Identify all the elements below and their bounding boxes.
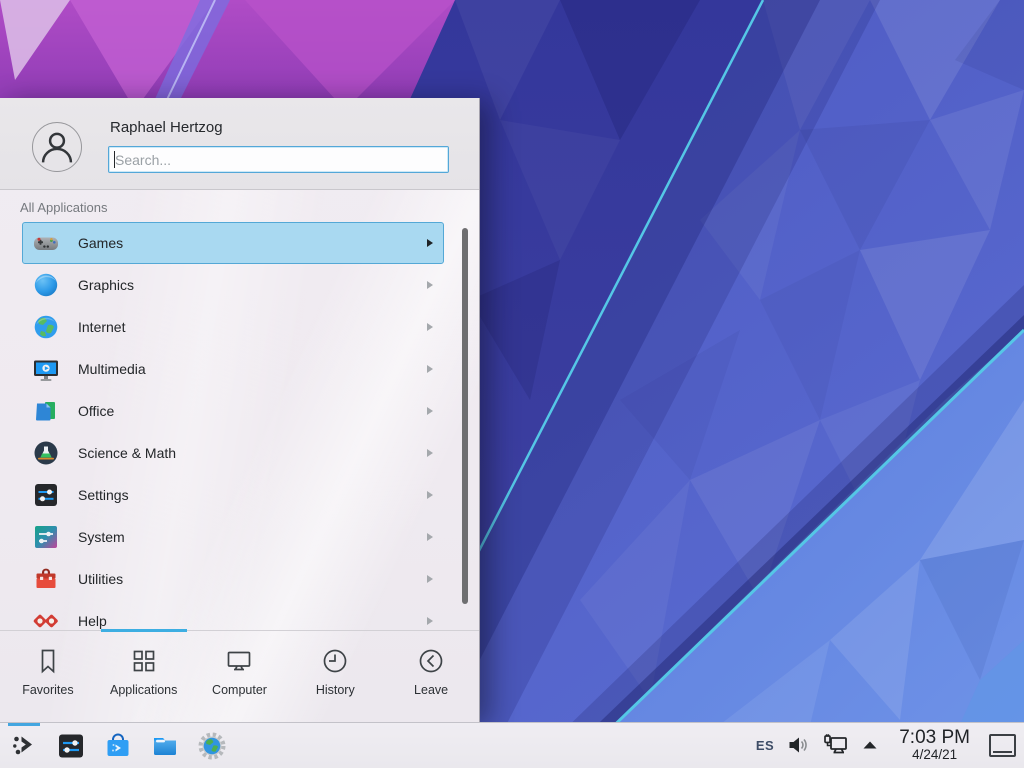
show-desktop-button[interactable]	[989, 734, 1016, 757]
submenu-arrow-icon	[427, 533, 433, 541]
search-field-wrap	[108, 146, 449, 173]
category-label: System	[78, 529, 125, 545]
launcher-body: All Applications Games Graphics Internet Mu…	[0, 190, 479, 630]
tab-label: Leave	[414, 683, 448, 697]
application-launcher-menu: Raphael Hertzog All Applications Games Gr…	[0, 98, 480, 722]
folder-icon	[150, 731, 180, 761]
submenu-arrow-icon	[427, 449, 433, 457]
tab-label: History	[316, 683, 355, 697]
search-input[interactable]	[108, 146, 449, 173]
submenu-arrow-icon	[427, 281, 433, 289]
office-icon	[32, 397, 60, 425]
scrollbar[interactable]	[462, 228, 468, 604]
text-caret	[114, 151, 115, 168]
category-label: Settings	[78, 487, 129, 503]
category-label: Multimedia	[78, 361, 146, 377]
user-avatar-icon[interactable]	[32, 122, 82, 172]
taskbar: ES 7:03 PM 4/24/21	[0, 722, 1024, 768]
category-item-multimedia[interactable]: Multimedia	[22, 348, 444, 390]
tab-favorites[interactable]: Favorites	[0, 631, 96, 722]
tab-history[interactable]: History	[287, 631, 383, 722]
tab-leave[interactable]: Leave	[383, 631, 479, 722]
submenu-arrow-icon	[427, 491, 433, 499]
graphics-icon	[32, 271, 60, 299]
system-settings-icon	[56, 731, 86, 761]
computer-icon	[224, 646, 254, 676]
category-label: Utilities	[78, 571, 123, 587]
discover-icon	[103, 731, 133, 761]
clock-date: 4/24/21	[899, 748, 970, 762]
category-item-internet[interactable]: Internet	[22, 306, 444, 348]
application-launcher-button[interactable]	[9, 731, 39, 761]
category-label: Help	[78, 613, 107, 629]
category-label: Graphics	[78, 277, 134, 293]
tab-label: Computer	[212, 683, 267, 697]
applications-icon	[129, 646, 159, 676]
keyboard-layout-indicator[interactable]: ES	[756, 738, 774, 753]
user-name: Raphael Hertzog	[110, 119, 223, 136]
submenu-arrow-icon	[427, 617, 433, 625]
category-item-utilities[interactable]: Utilities	[22, 558, 444, 600]
category-item-settings[interactable]: Settings	[22, 474, 444, 516]
games-icon	[32, 229, 60, 257]
category-item-graphics[interactable]: Graphics	[22, 264, 444, 306]
network-icon[interactable]	[823, 733, 849, 757]
volume-icon[interactable]	[787, 734, 810, 756]
category-item-help[interactable]: Help	[22, 600, 444, 630]
favorites-icon	[33, 646, 63, 676]
expand-tray-icon[interactable]	[862, 740, 878, 750]
system-settings-button[interactable]	[56, 731, 86, 761]
internet-icon	[32, 313, 60, 341]
submenu-arrow-icon	[427, 407, 433, 415]
clock-time: 7:03 PM	[899, 728, 970, 748]
active-indicator	[8, 723, 40, 726]
category-label: Internet	[78, 319, 125, 335]
history-icon	[320, 646, 350, 676]
multimedia-icon	[32, 355, 60, 383]
globe-gear-icon	[197, 731, 227, 761]
tab-label: Favorites	[22, 683, 73, 697]
submenu-arrow-icon	[427, 239, 433, 247]
science-icon	[32, 439, 60, 467]
tab-label: Applications	[110, 683, 177, 697]
leave-icon	[416, 646, 446, 676]
utilities-icon	[32, 565, 60, 593]
category-item-system[interactable]: System	[22, 516, 444, 558]
category-item-games[interactable]: Games	[22, 222, 444, 264]
system-icon	[32, 523, 60, 551]
category-list: Games Graphics Internet Multimedia Office Sci…	[0, 222, 479, 630]
settings-icon	[32, 481, 60, 509]
taskbar-launchers	[0, 723, 227, 768]
category-item-office[interactable]: Office	[22, 390, 444, 432]
category-item-science-math[interactable]: Science & Math	[22, 432, 444, 474]
category-label: Science & Math	[78, 445, 176, 461]
system-tray: ES 7:03 PM 4/24/21	[756, 728, 1024, 762]
category-label: Office	[78, 403, 114, 419]
launcher-icon	[9, 731, 39, 761]
submenu-arrow-icon	[427, 575, 433, 583]
tab-applications[interactable]: Applications	[96, 631, 192, 722]
submenu-arrow-icon	[427, 323, 433, 331]
launcher-header: Raphael Hertzog	[0, 98, 479, 190]
web-browser-button[interactable]	[197, 731, 227, 761]
category-label: Games	[78, 235, 123, 251]
launcher-tab-bar: Favorites Applications Computer History Leav…	[0, 630, 479, 722]
digital-clock[interactable]: 7:03 PM 4/24/21	[899, 728, 970, 762]
file-manager-button[interactable]	[150, 731, 180, 761]
section-label: All Applications	[20, 200, 107, 215]
discover-button[interactable]	[103, 731, 133, 761]
help-icon	[32, 607, 60, 630]
tab-computer[interactable]: Computer	[192, 631, 288, 722]
submenu-arrow-icon	[427, 365, 433, 373]
